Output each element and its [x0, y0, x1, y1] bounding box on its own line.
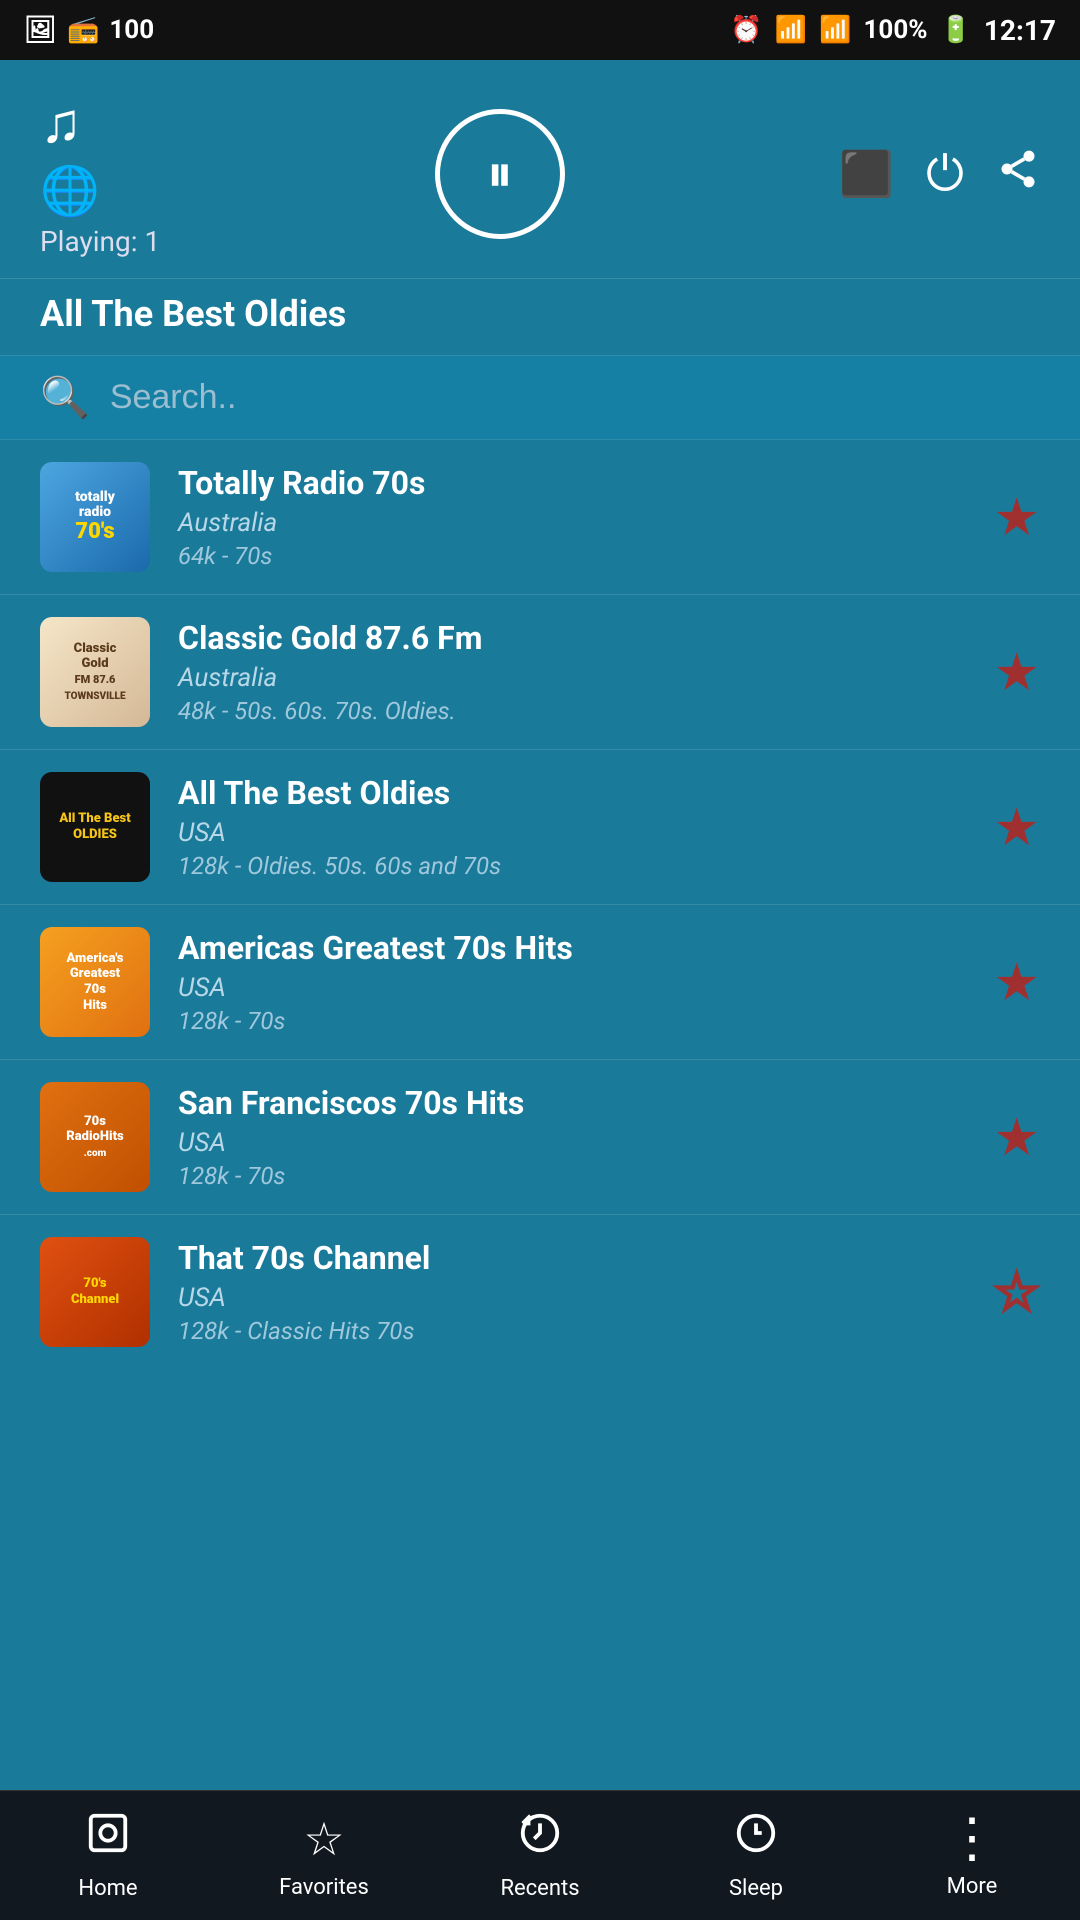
- station-logo: All The BestOLDIES: [40, 772, 150, 882]
- station-info: Totally Radio 70s Australia 64k - 70s: [178, 464, 965, 570]
- station-info: That 70s Channel USA 128k - Classic Hits…: [178, 1239, 965, 1345]
- station-logo: ClassicGoldFM 87.6TOWNSVILLE: [40, 617, 150, 727]
- list-item[interactable]: 70'sChannel That 70s Channel USA 128k - …: [0, 1215, 1080, 1369]
- station-name: Americas Greatest 70s Hits: [178, 929, 965, 967]
- station-country: USA: [178, 818, 965, 848]
- player-header: ♫ 🌐 Playing: 1 ⏸ ⬛ ⏻: [0, 60, 1080, 278]
- station-country: USA: [178, 973, 965, 1003]
- share-button[interactable]: [996, 147, 1040, 202]
- station-logo: America'sGreatest70sHits: [40, 927, 150, 1037]
- station-meta: 128k - Classic Hits 70s: [178, 1317, 965, 1345]
- station-info: All The Best Oldies USA 128k - Oldies. 5…: [178, 774, 965, 880]
- radio-icon: 📻: [67, 15, 99, 45]
- station-name: Totally Radio 70s: [178, 464, 965, 502]
- recents-icon: [517, 1810, 563, 1868]
- pause-icon: ⏸: [487, 143, 513, 205]
- favorite-star[interactable]: ★: [993, 797, 1040, 858]
- sleep-icon: [733, 1810, 779, 1868]
- favorite-star[interactable]: ★: [993, 952, 1040, 1013]
- power-button[interactable]: ⏻: [926, 145, 964, 203]
- list-item[interactable]: America'sGreatest70sHits Americas Greate…: [0, 905, 1080, 1060]
- favorite-star[interactable]: ★: [993, 1107, 1040, 1168]
- photo-icon: 🖼: [24, 15, 57, 45]
- list-item[interactable]: totallyradio70's Totally Radio 70s Austr…: [0, 440, 1080, 595]
- music-note-icon: ♫: [40, 90, 82, 156]
- station-list: totallyradio70's Totally Radio 70s Austr…: [0, 440, 1080, 1369]
- search-icon: 🔍: [40, 374, 90, 421]
- nav-sleep-label: Sleep: [729, 1876, 783, 1901]
- nav-favorites[interactable]: ☆ Favorites: [216, 1812, 432, 1900]
- battery-percent: 100%: [863, 15, 927, 45]
- time-display: 12:17: [984, 14, 1056, 47]
- station-info: San Franciscos 70s Hits USA 128k - 70s: [178, 1084, 965, 1190]
- station-logo: totallyradio70's: [40, 462, 150, 572]
- station-meta: 128k - 70s: [178, 1007, 965, 1035]
- nav-more[interactable]: ⋮ More: [864, 1812, 1080, 1899]
- status-bar: 🖼 📻 100 ⏰ 📶 📶 100% 🔋 12:17: [0, 0, 1080, 60]
- station-country: USA: [178, 1283, 965, 1313]
- now-playing-bar: All The Best Oldies: [0, 278, 1080, 355]
- station-name: All The Best Oldies: [178, 774, 965, 812]
- now-playing-title: All The Best Oldies: [40, 293, 346, 335]
- bottom-nav: Home ☆ Favorites Recents Sleep ⋮ More: [0, 1790, 1080, 1920]
- search-bar: 🔍: [0, 355, 1080, 440]
- nav-favorites-label: Favorites: [279, 1875, 369, 1900]
- playing-label: Playing: 1: [40, 225, 160, 258]
- nav-recents[interactable]: Recents: [432, 1810, 648, 1901]
- nav-recents-label: Recents: [500, 1876, 579, 1901]
- home-icon: [85, 1810, 131, 1868]
- search-input[interactable]: [110, 378, 1040, 417]
- signal-bars-icon: 📶: [819, 15, 851, 45]
- wifi-icon: 📶: [775, 15, 807, 45]
- list-item[interactable]: 70sRadioHits.com San Franciscos 70s Hits…: [0, 1060, 1080, 1215]
- signal-count: 100: [109, 15, 154, 45]
- favorites-icon: ☆: [303, 1812, 344, 1867]
- nav-sleep[interactable]: Sleep: [648, 1810, 864, 1901]
- station-country: Australia: [178, 663, 965, 693]
- station-name: Classic Gold 87.6 Fm: [178, 619, 965, 657]
- station-logo: 70sRadioHits.com: [40, 1082, 150, 1192]
- station-country: Australia: [178, 508, 965, 538]
- nav-more-label: More: [947, 1874, 998, 1899]
- favorite-star[interactable]: ☆: [993, 1262, 1040, 1323]
- station-name: San Franciscos 70s Hits: [178, 1084, 965, 1122]
- nav-home[interactable]: Home: [0, 1810, 216, 1901]
- status-left: 🖼 📻 100: [24, 15, 154, 45]
- pause-button[interactable]: ⏸: [435, 109, 565, 239]
- globe-icon: 🌐: [40, 162, 100, 219]
- station-meta: 48k - 50s. 60s. 70s. Oldies.: [178, 697, 965, 725]
- favorite-star[interactable]: ★: [993, 642, 1040, 703]
- nav-home-label: Home: [78, 1876, 137, 1901]
- more-icon: ⋮: [945, 1812, 999, 1866]
- status-right: ⏰ 📶 📶 100% 🔋 12:17: [730, 14, 1056, 47]
- station-country: USA: [178, 1128, 965, 1158]
- favorite-star[interactable]: ★: [993, 487, 1040, 548]
- station-meta: 128k - Oldies. 50s. 60s and 70s: [178, 852, 965, 880]
- station-info: Classic Gold 87.6 Fm Australia 48k - 50s…: [178, 619, 965, 725]
- list-item[interactable]: ClassicGoldFM 87.6TOWNSVILLE Classic Gol…: [0, 595, 1080, 750]
- station-meta: 64k - 70s: [178, 542, 965, 570]
- header-controls: ⬛ ⏻: [839, 145, 1040, 203]
- station-name: That 70s Channel: [178, 1239, 965, 1277]
- battery-icon: 🔋: [939, 15, 971, 45]
- list-item[interactable]: All The BestOLDIES All The Best Oldies U…: [0, 750, 1080, 905]
- station-info: Americas Greatest 70s Hits USA 128k - 70…: [178, 929, 965, 1035]
- header-left: ♫ 🌐 Playing: 1: [40, 90, 160, 258]
- alarm-icon: ⏰: [730, 15, 762, 45]
- station-meta: 128k - 70s: [178, 1162, 965, 1190]
- stop-button[interactable]: ⬛: [839, 148, 894, 200]
- station-logo: 70'sChannel: [40, 1237, 150, 1347]
